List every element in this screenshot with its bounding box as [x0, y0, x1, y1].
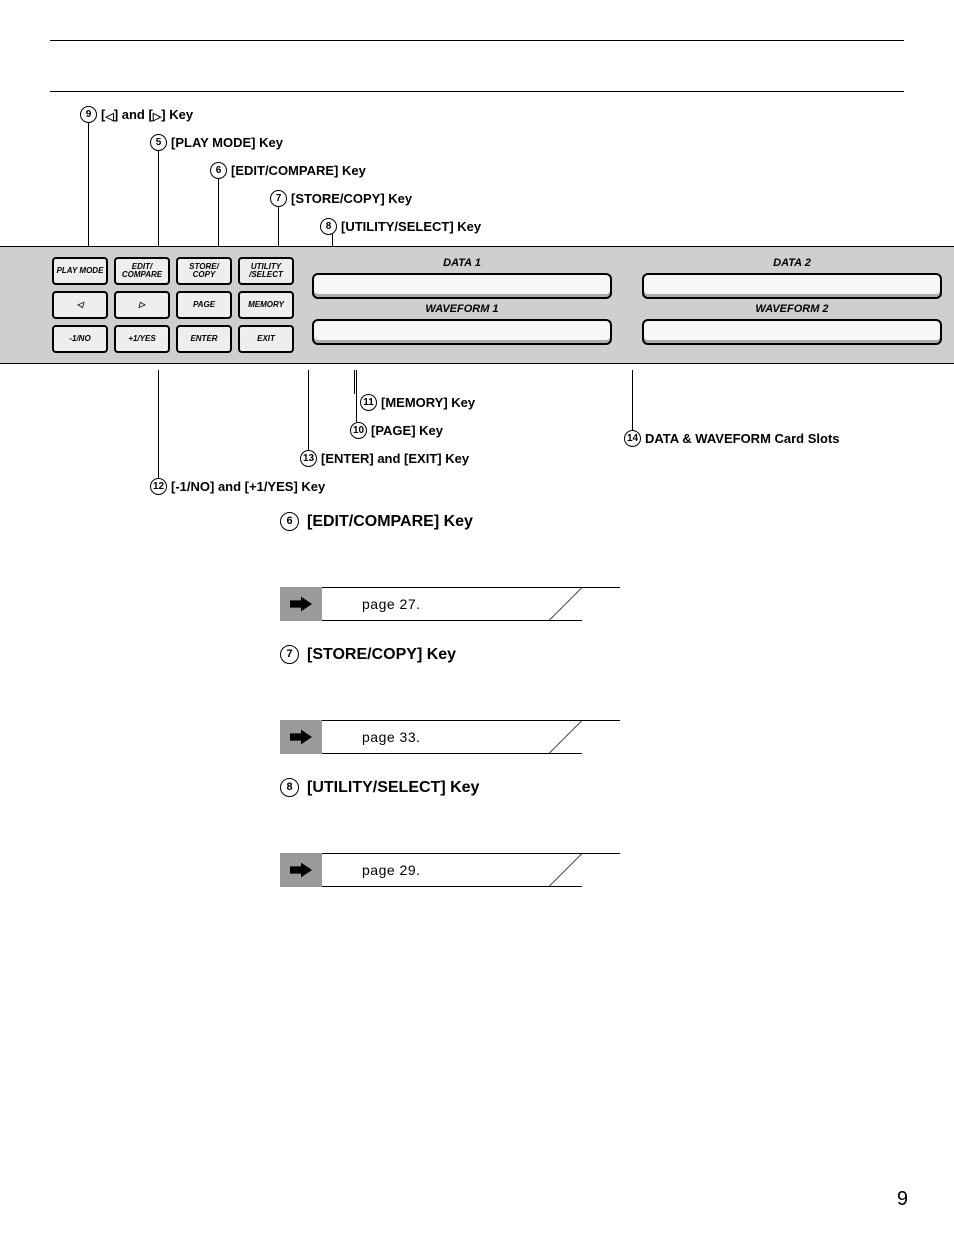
leader-line	[218, 178, 219, 246]
callout-label: [PAGE] Key	[371, 423, 443, 438]
page-number: 9	[897, 1188, 908, 1211]
leader-line	[278, 206, 279, 246]
callout-label: [MEMORY] Key	[381, 395, 475, 410]
section-rule	[50, 91, 904, 92]
callout-number: 6	[210, 162, 227, 179]
callout-label: [UTILITY/SELECT] Key	[341, 219, 481, 234]
callout-number: 12	[150, 478, 167, 495]
callout-8: 8 [UTILITY/SELECT] Key	[320, 218, 481, 235]
callout-number: 13	[300, 450, 317, 467]
section-heading-6: 6 [EDIT/COMPARE] Key	[280, 512, 900, 531]
callout-14: 14 DATA & WAVEFORM Card Slots	[624, 430, 840, 447]
top-rule	[50, 40, 904, 41]
section-number: 8	[280, 778, 299, 797]
callout-number: 8	[320, 218, 337, 235]
callouts-top: 9 [◁] and [▷] Key 5 [PLAY MODE] Key 6 [E…	[80, 106, 904, 246]
callout-9: 9 [◁] and [▷] Key	[80, 106, 193, 123]
ref-text: page 27.	[322, 587, 582, 621]
btn-memory: MEMORY	[238, 291, 294, 319]
slot	[312, 273, 612, 299]
callout-10: 10 [PAGE] Key	[350, 422, 443, 439]
card-slots: DATA 1 WAVEFORM 1 DATA 2 WAVEFORM 2	[312, 257, 942, 345]
slot-label: WAVEFORM 1	[425, 303, 498, 315]
slot-label: WAVEFORM 2	[755, 303, 828, 315]
btn-utility-select: UTILITY /SELECT	[238, 257, 294, 285]
callout-13: 13 [ENTER] and [EXIT] Key	[300, 450, 469, 467]
section-title: [STORE/COPY] Key	[307, 646, 456, 664]
callout-11: 11 [MEMORY] Key	[360, 394, 475, 411]
ref-text: page 29.	[322, 853, 582, 887]
btn-page: PAGE	[176, 291, 232, 319]
callout-number: 5	[150, 134, 167, 151]
leader-line	[354, 370, 355, 394]
callout-label: DATA & WAVEFORM Card Slots	[645, 431, 840, 446]
ref-tail	[582, 720, 620, 754]
callout-label: [-1/NO] and [+1/YES] Key	[171, 479, 325, 494]
slot	[312, 319, 612, 345]
ref-tail	[582, 587, 620, 621]
ref-arrow-icon	[280, 720, 322, 754]
section-number: 7	[280, 645, 299, 664]
callout-label: [STORE/COPY] Key	[291, 191, 412, 206]
slot-label: DATA 2	[773, 257, 811, 269]
callout-number: 10	[350, 422, 367, 439]
callout-label: [◁] and [▷] Key	[101, 107, 193, 122]
btn-exit: EXIT	[238, 325, 294, 353]
btn-enter: ENTER	[176, 325, 232, 353]
callout-12: 12 [-1/NO] and [+1/YES] Key	[150, 478, 325, 495]
slot-col-left: DATA 1 WAVEFORM 1	[312, 257, 612, 345]
section-title: [UTILITY/SELECT] Key	[307, 779, 479, 797]
callout-number: 11	[360, 394, 377, 411]
leader-line	[356, 370, 357, 422]
ref-row: page 33.	[280, 720, 900, 754]
ref-row: page 27.	[280, 587, 900, 621]
ref-arrow-icon	[280, 587, 322, 621]
slot-col-right: DATA 2 WAVEFORM 2	[642, 257, 942, 345]
ref-arrow-icon	[280, 853, 322, 887]
slot	[642, 319, 942, 345]
slot-label: DATA 1	[443, 257, 481, 269]
ref-text: page 33.	[322, 720, 582, 754]
callouts-bottom: 11 [MEMORY] Key 10 [PAGE] Key 13 [ENTER]…	[50, 370, 904, 500]
leader-line	[88, 122, 89, 246]
callout-number: 9	[80, 106, 97, 123]
callout-number: 7	[270, 190, 287, 207]
callout-7: 7 [STORE/COPY] Key	[270, 190, 412, 207]
slot	[642, 273, 942, 299]
callout-label: [PLAY MODE] Key	[171, 135, 283, 150]
leader-line	[632, 370, 633, 430]
callout-label: [EDIT/COMPARE] Key	[231, 163, 366, 178]
btn-left: ◁	[52, 291, 108, 319]
btn-right: ▷	[114, 291, 170, 319]
btn-plus-yes: +1/YES	[114, 325, 170, 353]
btn-store-copy: STORE/ COPY	[176, 257, 232, 285]
triangle-left-icon: ◁	[77, 301, 83, 309]
leader-line	[158, 150, 159, 246]
callout-number: 14	[624, 430, 641, 447]
panel-diagram: PLAY MODE EDIT/ COMPARE STORE/ COPY UTIL…	[0, 246, 954, 364]
leader-line	[332, 234, 333, 246]
leader-line	[308, 370, 309, 450]
btn-edit-compare: EDIT/ COMPARE	[114, 257, 170, 285]
section-title: [EDIT/COMPARE] Key	[307, 513, 473, 531]
button-grid: PLAY MODE EDIT/ COMPARE STORE/ COPY UTIL…	[52, 257, 294, 353]
btn-minus-no: -1/NO	[52, 325, 108, 353]
triangle-right-icon: ▷	[139, 301, 145, 309]
section-heading-7: 7 [STORE/COPY] Key	[280, 645, 900, 664]
callout-6: 6 [EDIT/COMPARE] Key	[210, 162, 366, 179]
btn-play-mode: PLAY MODE	[52, 257, 108, 285]
section-number: 6	[280, 512, 299, 531]
callout-label: [ENTER] and [EXIT] Key	[321, 451, 469, 466]
callout-5: 5 [PLAY MODE] Key	[150, 134, 283, 151]
section-heading-8: 8 [UTILITY/SELECT] Key	[280, 778, 900, 797]
ref-row: page 29.	[280, 853, 900, 887]
ref-tail	[582, 853, 620, 887]
leader-line	[158, 370, 159, 478]
body-sections: 6 [EDIT/COMPARE] Key page 27. 7 [STORE/C…	[280, 512, 900, 887]
